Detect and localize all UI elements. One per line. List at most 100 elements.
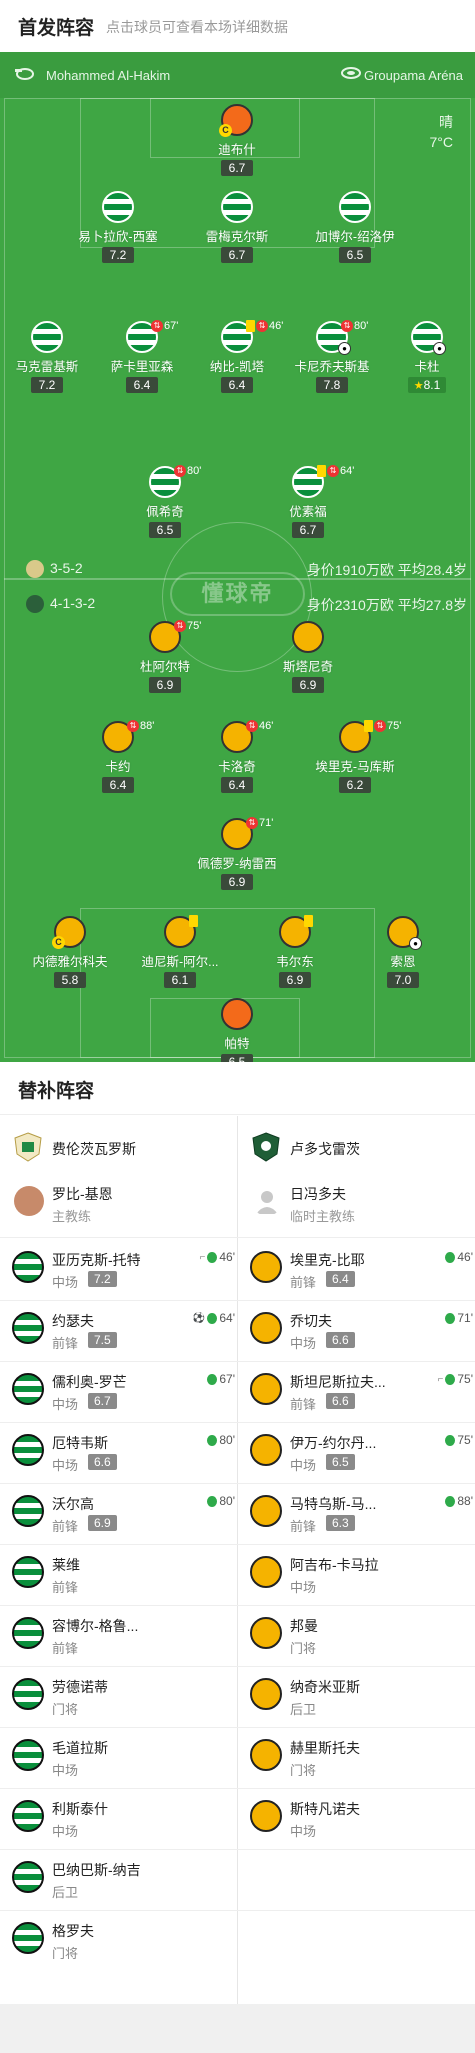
home-player-2[interactable]: 易卜拉欣-西塞 7.2: [58, 191, 178, 264]
player-name: 卡约: [105, 760, 131, 774]
home-sub-10[interactable]: 利斯泰什 中场: [12, 1791, 237, 1845]
away-player-5[interactable]: ⇅ 75' 埃里克-马库斯 6.2: [295, 720, 415, 794]
home-sub-11[interactable]: 巴纳巴斯-纳吉 后卫: [12, 1852, 237, 1906]
away-player-9[interactable]: 韦尔东 6.9: [235, 915, 355, 989]
player-events: ⇅ 64': [317, 465, 354, 477]
home-sub-1[interactable]: 亚历克斯-托特 中场 7.2 ⌐ 46': [12, 1242, 237, 1296]
yellow-card-icon: [246, 320, 255, 332]
away-sub-3[interactable]: 斯坦尼斯拉夫... 前锋 6.6 ⌐ 75': [250, 1364, 475, 1418]
away-player-1[interactable]: ⇅ 75' 杜阿尔特 6.9: [105, 620, 225, 694]
sub-out-icon: ⇅: [327, 465, 339, 477]
jersey-icon: [250, 1739, 282, 1771]
sub-rating: 6.3: [326, 1515, 355, 1531]
player-rating: 6.7: [292, 522, 324, 538]
player-name: 斯塔尼奇: [282, 660, 333, 674]
jersey-icon: ⇅ 46': [221, 720, 273, 753]
player-name: 优素福: [289, 505, 327, 519]
home-player-4[interactable]: 加博尔-绍洛伊 6.5: [295, 191, 415, 264]
jersey-icon: [12, 1312, 44, 1344]
player-rating: 6.9: [149, 677, 181, 693]
home-player-9[interactable]: ● 卡杜 ★8.1: [367, 321, 475, 394]
away-team-value: 身价2310万欧 平均27.8岁: [306, 597, 467, 613]
sub-out-icon: ⇅: [256, 320, 268, 332]
sub-out-icon: ⇅: [174, 465, 186, 477]
weather-text: 晴: [439, 114, 453, 130]
sub-position: 门将: [52, 1702, 79, 1717]
sub-in-time: 75': [445, 1433, 473, 1447]
sub-out-icon: ⇅: [246, 720, 258, 732]
away-player-11[interactable]: 帕特 6.5: [177, 998, 297, 1062]
sub-in-time: 80': [207, 1494, 235, 1508]
player-name: 雷梅克尔斯: [205, 230, 269, 244]
home-player-10[interactable]: ⇅ 80' 佩希奇 6.5: [105, 465, 225, 539]
away-sub-6[interactable]: 阿吉布-卡马拉 中场: [250, 1547, 475, 1601]
jersey-icon: ⇅ 75': [149, 620, 201, 653]
away-sub-2[interactable]: 乔切夫 中场 6.6 71': [250, 1303, 475, 1357]
sub-position: 前锋: [290, 1275, 317, 1290]
captain-icon: C: [219, 124, 232, 137]
away-sub-9[interactable]: 赫里斯托夫 门将: [250, 1730, 475, 1784]
home-sub-9[interactable]: 毛道拉斯 中场: [12, 1730, 237, 1784]
away-sub-8[interactable]: 纳奇米亚斯 后卫: [250, 1669, 475, 1723]
sub-in-icon: [445, 1312, 456, 1324]
away-sub-7[interactable]: 邦曼 门将: [250, 1608, 475, 1662]
home-coach-role: 主教练: [52, 1209, 92, 1224]
away-player-6[interactable]: ⇅ 71' 佩德罗-纳雷西 6.9: [177, 817, 297, 891]
player-name: 佩德罗-纳雷西: [197, 857, 277, 871]
player-name: 迪尼斯-阿尔...: [141, 955, 219, 969]
home-player-1[interactable]: C 迪布什 6.7: [177, 104, 297, 177]
away-player-10[interactable]: ● 索恩 7.0: [343, 916, 463, 989]
sub-position: 中场: [52, 1824, 79, 1839]
sub-rating: 7.5: [88, 1332, 117, 1348]
sub-time: 71': [259, 817, 274, 829]
sub-in-time: 71': [445, 1311, 473, 1325]
player-rating: 7.2: [102, 247, 134, 263]
away-sub-4[interactable]: 伊万-约尔丹... 中场 6.5 75': [250, 1425, 475, 1479]
jersey-icon: [221, 191, 253, 223]
sub-name: 厄特韦斯: [52, 1435, 108, 1451]
away-sub-1[interactable]: 埃里克-比耶 前锋 6.4 46': [250, 1242, 475, 1296]
player-name: 易卜拉欣-西塞: [78, 230, 158, 244]
whistle-icon: ⌐: [437, 1373, 444, 1385]
jersey-icon: [250, 1312, 282, 1344]
player-name: 佩希奇: [146, 505, 184, 519]
away-sub-10[interactable]: 斯特凡诺夫 中场: [250, 1791, 475, 1845]
home-sub-4[interactable]: 厄特韦斯 中场 6.6 80': [12, 1425, 237, 1479]
jersey-icon: [12, 1434, 44, 1466]
home-sub-12[interactable]: 格罗夫 门将: [12, 1913, 237, 1967]
away-player-7[interactable]: C 内德雅尔科夫 5.8: [10, 916, 130, 989]
jersey-icon: ⇅ 80': [149, 465, 201, 498]
away-player-3[interactable]: ⇅ 88' 卡约 6.4: [58, 720, 178, 794]
home-sub-5[interactable]: 沃尔高 前锋 6.9 80': [12, 1486, 237, 1540]
sub-position: 前锋: [52, 1641, 79, 1656]
jersey-icon: [250, 1434, 282, 1466]
player-rating: 6.2: [339, 777, 371, 793]
home-player-3[interactable]: 雷梅克尔斯 6.7: [177, 191, 297, 264]
away-player-8[interactable]: 迪尼斯-阿尔... 6.1: [120, 915, 240, 989]
away-player-2[interactable]: 斯塔尼奇 6.9: [248, 621, 368, 694]
home-player-11[interactable]: ⇅ 64' 优素福 6.7: [248, 465, 368, 539]
home-sub-6[interactable]: 莱维 前锋: [12, 1547, 237, 1601]
jersey-icon: [12, 1373, 44, 1405]
sub-in-icon: [207, 1434, 218, 1446]
sub-position: 前锋: [290, 1519, 317, 1534]
player-rating: 7.2: [31, 377, 63, 393]
sub-out-icon: ⇅: [151, 320, 163, 332]
sub-time: 64': [340, 465, 355, 477]
yellow-card-icon: [304, 915, 313, 927]
pitch: Mohammed Al-Hakim Groupama Aréna 晴 7°C 3…: [0, 52, 475, 1062]
lineup-title: 首发阵容: [18, 18, 95, 39]
player-name: 埃里克-马库斯: [315, 760, 395, 774]
home-sub-8[interactable]: 劳德诺蒂 门将: [12, 1669, 237, 1723]
sub-name: 容博尔-格鲁...: [52, 1618, 139, 1634]
home-sub-2[interactable]: 约瑟夫 前锋 7.5 ⚽ 64': [12, 1303, 237, 1357]
player-name: 帕特: [224, 1037, 250, 1051]
away-formation-row: 4-1-3-2 身价2310万欧 平均27.8岁: [0, 592, 475, 616]
away-player-4[interactable]: ⇅ 46' 卡洛奇 6.4: [177, 720, 297, 794]
sub-position: 中场: [52, 1763, 79, 1778]
sub-in-time: 80': [207, 1433, 235, 1447]
player-rating: 6.1: [164, 972, 196, 988]
home-sub-3[interactable]: 儒利奥-罗芒 中场 6.7 67': [12, 1364, 237, 1418]
away-sub-5[interactable]: 马特乌斯-马... 前锋 6.3 88': [250, 1486, 475, 1540]
home-sub-7[interactable]: 容博尔-格鲁... 前锋: [12, 1608, 237, 1662]
